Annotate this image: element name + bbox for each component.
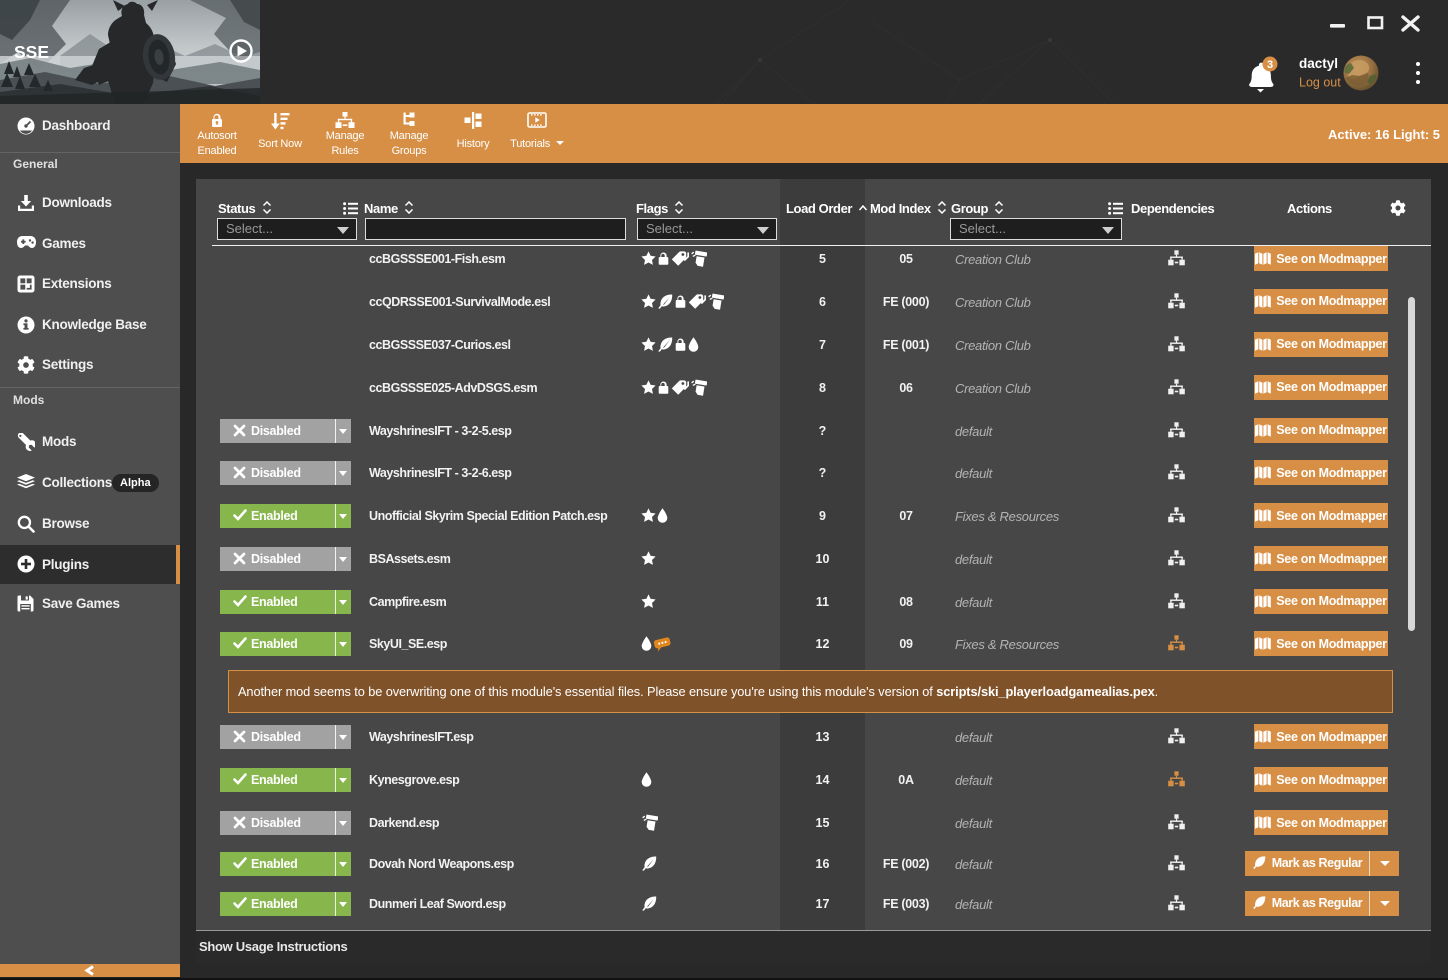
svg-text:dactyl: dactyl [1299, 56, 1338, 71]
svg-text:Log out: Log out [1299, 76, 1341, 90]
svg-text:3: 3 [1267, 59, 1273, 71]
svg-text:SSE: SSE [14, 42, 49, 62]
